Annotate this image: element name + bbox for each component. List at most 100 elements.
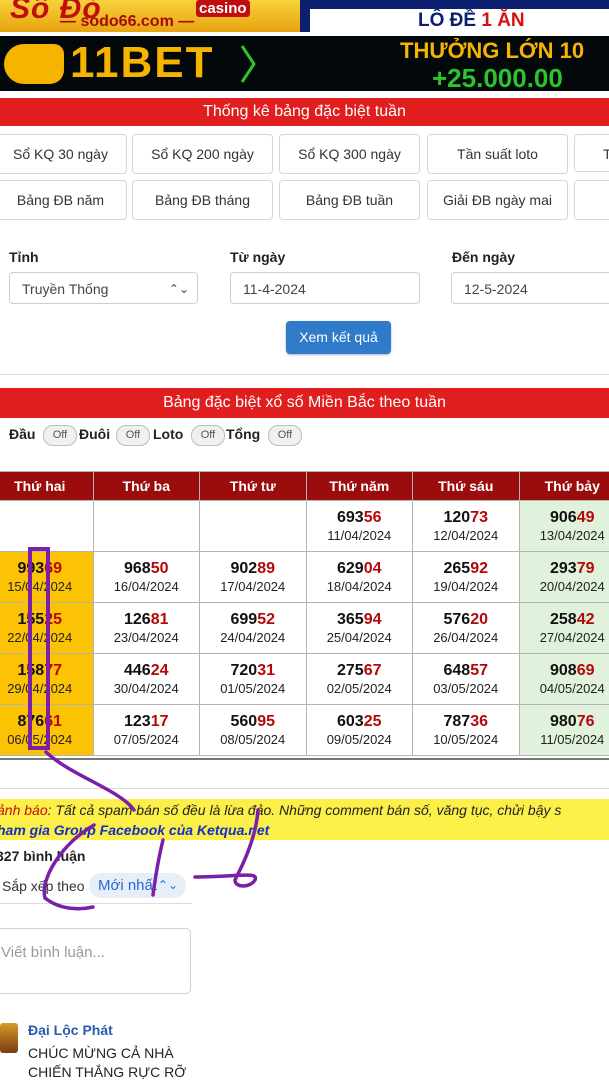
special-prize-number: 56095 [200,712,306,731]
link-bang-db-thang[interactable]: Bảng ĐB tháng [132,180,273,220]
up-down-icon: ⌃⌄ [157,878,178,892]
draw-date: 12/04/2024 [433,527,499,543]
to-date-input[interactable]: 12-5-2024 [451,272,609,304]
sort-select[interactable]: Mới nhất ⌃⌄ [89,873,186,898]
table-row: 15525 22/04/2024 12681 23/04/2024 69952 24/04… [0,602,609,654]
result-cell: 29379 20/04/2024 [518,551,609,603]
sodo-logo: Số Đỏ casino — sodo66.com — [0,0,300,32]
draw-date: 26/04/2024 [433,629,499,645]
number-tail: 94 [363,610,382,628]
toggle-duoi[interactable]: Off [116,425,150,446]
special-prize-number: 78736 [413,712,519,731]
draw-date: 11/05/2024 [540,731,605,747]
to-date-label: Đến ngày [452,249,516,265]
warning-label: ảnh báo [0,802,48,818]
result-cell: 12317 07/05/2024 [92,704,200,756]
fist-icon [4,44,64,84]
result-cell: 69952 24/04/2024 [199,602,307,654]
special-prize-number: 64857 [413,661,519,680]
table-body: 69356 11/04/2024 12073 12/04/2024 90649 13/04… [0,500,609,756]
draw-date: 22/04/2024 [7,629,73,645]
toggle-loto[interactable]: Off [191,425,225,446]
number-tail: 69 [44,559,62,577]
link-so-kq-300[interactable]: Sổ KQ 300 ngày [279,134,420,174]
special-prize-number: 60325 [307,712,413,731]
number-head: 648 [443,661,471,679]
number-tail: 77 [44,661,62,679]
special-prize-number: 26592 [413,559,519,578]
warning-text: ảnh báo: Tất cả spam bán số đều là lừa đ… [0,800,561,820]
results-table: Thứ hai Thứ ba Thứ tư Thứ năm Thứ sáu Th… [0,471,609,756]
result-cell: 60325 09/05/2024 [305,704,413,756]
number-head: 906 [550,508,577,526]
draw-date: 04/05/2024 [539,680,605,696]
stats-header: Thống kê bảng đặc biệt tuần [0,98,609,126]
number-head: 693 [337,508,364,526]
result-cell: 98076 11/05/2024 [518,704,609,756]
number-head: 258 [550,610,577,628]
province-value: Truyền Thống [22,281,109,297]
from-date-input[interactable]: 11-4-2024 [230,272,420,304]
link-extra[interactable] [574,180,609,220]
comment-author[interactable]: Đại Lộc Phát [28,1022,113,1038]
warning-body: : Tất cả spam bán số đều là lừa đảo. Nhữ… [47,802,562,818]
draw-date: 17/04/2024 [220,578,286,594]
ad-banner-11bet[interactable]: 11BET THƯỞNG LỚN 10 +25.000.00 [0,36,609,91]
draw-date: 07/05/2024 [113,731,179,747]
draw-date: 02/05/2024 [326,680,392,696]
link-more[interactable]: T [574,134,609,172]
number-tail: 17 [150,712,169,730]
number-head: 293 [550,559,577,577]
view-results-button[interactable]: Xem kết quả [286,321,391,354]
result-cell: 87661 06/05/2024 [0,704,94,756]
link-so-kq-200[interactable]: Sổ KQ 200 ngày [132,134,273,174]
draw-date: 30/04/2024 [113,680,179,696]
avatar[interactable] [0,1023,18,1053]
ad-banner-sodo[interactable]: Số Đỏ casino — sodo66.com — LÔ ĐỀ 1 ĂN [0,0,609,32]
special-prize-number: 12681 [94,610,200,629]
11bet-amount: +25.000.00 [432,63,563,91]
number-tail: 56 [363,508,382,526]
comment-input[interactable]: Viết bình luận... [0,928,191,994]
special-prize-number: 90869 [520,661,609,680]
number-tail: 73 [470,508,488,526]
number-head: 120 [443,508,471,526]
toggle-label-tong: Tổng [226,426,261,442]
col-thu-bay: Thứ bảy [518,471,609,501]
result-cell: 12073 12/04/2024 [412,500,520,552]
toggle-label-dau: Đầu [9,426,36,442]
draw-date: 23/04/2024 [113,629,179,645]
promo-suffix: 1 ĂN [481,10,525,31]
toggle-dau[interactable]: Off [43,425,77,446]
link-bang-db-nam[interactable]: Bảng ĐB năm [0,180,127,220]
draw-date: 03/05/2024 [433,680,499,696]
comment-text: CHÚC MỪNG CẢ NHÀ [28,1045,174,1061]
number-head: 446 [124,661,151,679]
special-prize-number: 99369 [0,559,93,578]
table-bottom-border [0,758,609,760]
province-select[interactable]: Truyền Thống ⌃⌄ [9,272,198,304]
table-row: 15877 29/04/2024 44624 30/04/2024 72031 01/05… [0,653,609,705]
special-prize-number: 29379 [520,559,609,578]
link-so-kq-30[interactable]: Sổ KQ 30 ngày [0,134,127,174]
result-cell: 72031 01/05/2024 [199,653,307,705]
toggle-tong[interactable]: Off [268,425,302,446]
link-tan-suat-loto[interactable]: Tần suất loto [427,134,568,174]
number-tail: 76 [576,712,595,730]
promo-text: LÔ ĐỀ 1 ĂN [418,10,525,32]
number-tail: 81 [150,610,169,628]
number-head: 155 [17,610,45,628]
result-cell: 96850 16/04/2024 [92,551,200,603]
special-prize-number: 62904 [307,559,413,578]
table-header: Bảng đặc biệt xổ số Miền Bắc theo tuần [0,388,609,418]
number-head: 629 [337,559,364,577]
facebook-group-link[interactable]: ham gia Group Facebook của Ketqua.net [0,820,269,840]
link-giai-db-ngay-mai[interactable]: Giải ĐB ngày mai [427,180,568,220]
special-prize-number: 15877 [0,661,93,680]
toggle-label-loto: Loto [153,426,184,442]
result-cell [92,500,200,552]
draw-date: 29/04/2024 [7,680,73,696]
special-prize-number: 87661 [0,712,93,731]
draw-date: 16/04/2024 [113,578,179,594]
link-bang-db-tuan[interactable]: Bảng ĐB tuần [279,180,420,220]
